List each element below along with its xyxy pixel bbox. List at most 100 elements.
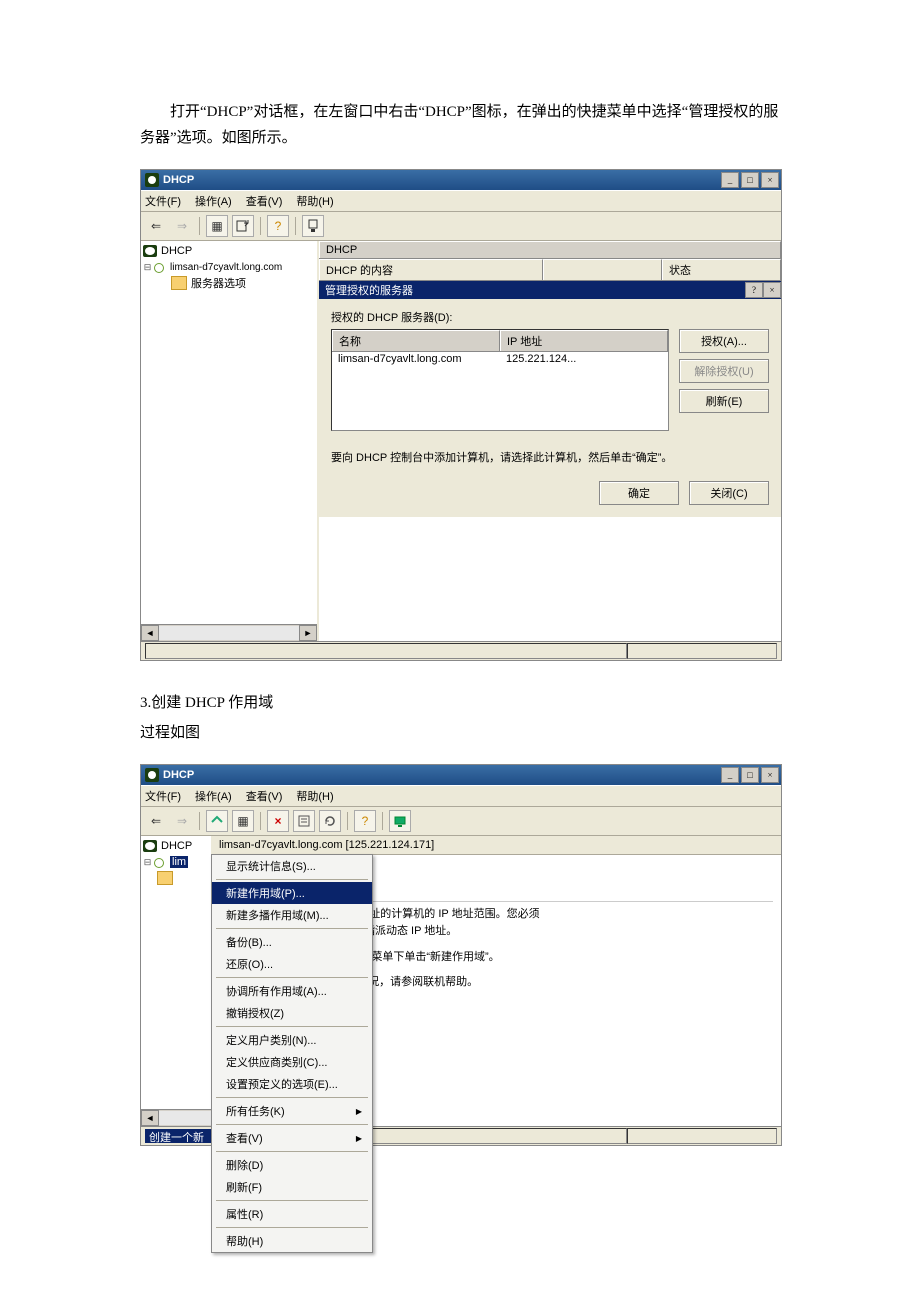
dialog-hint: 要向 DHCP 控制台中添加计算机，请选择此计算机，然后单击“确定”。	[331, 449, 769, 465]
ctx-view[interactable]: 查看(V)	[212, 1127, 372, 1149]
scroll-left-button[interactable]: ◄	[141, 1110, 159, 1126]
ctx-help[interactable]: 帮助(H)	[212, 1230, 372, 1252]
ctx-user-class[interactable]: 定义用户类别(N)...	[212, 1029, 372, 1051]
menu-file[interactable]: 文件(F)	[145, 788, 181, 804]
toolbar-export-icon[interactable]	[232, 215, 254, 237]
col-name[interactable]: 名称	[332, 330, 500, 351]
folder-icon	[157, 871, 173, 885]
window-titlebar-2[interactable]: DHCP _ □ ×	[141, 765, 781, 785]
toolbar-props-icon[interactable]	[293, 810, 315, 832]
ctx-predef-opts[interactable]: 设置预定义的选项(E)...	[212, 1073, 372, 1095]
context-menu[interactable]: 显示统计信息(S)... 新建作用域(P)... 新建多播作用域(M)... 备…	[211, 854, 373, 1253]
server-icon	[152, 856, 166, 868]
auth-list-label: 授权的 DHCP 服务器(D):	[331, 309, 769, 325]
menu-help[interactable]: 帮助(H)	[296, 788, 333, 804]
auth-server-list[interactable]: 名称 IP 地址 limsan-d7cyavlt.long.com 125.22…	[331, 329, 669, 431]
auth-list-row[interactable]: limsan-d7cyavlt.long.com 125.221.124...	[332, 352, 668, 366]
list-subheader: DHCP 的内容 状态	[319, 259, 781, 281]
tree-server-options[interactable]: 服务器选项	[143, 275, 315, 291]
ctx-restore[interactable]: 还原(O)...	[212, 953, 372, 975]
close-button[interactable]: ×	[761, 767, 779, 783]
col-content[interactable]: DHCP 的内容	[319, 259, 543, 280]
toolbar-help-icon[interactable]: ?	[267, 215, 289, 237]
dialog-help-button[interactable]: ?	[745, 282, 763, 298]
tree-expand-icon[interactable]: ⊟	[143, 262, 152, 273]
dhcp-icon	[143, 245, 157, 257]
scroll-right-button[interactable]: ►	[299, 625, 317, 641]
minimize-button[interactable]: _	[721, 172, 739, 188]
menu-view[interactable]: 查看(V)	[246, 788, 283, 804]
dhcp-icon	[143, 840, 157, 852]
toolbar-grid-icon[interactable]: ▦	[232, 810, 254, 832]
tree-server-node[interactable]: ⊟ limsan-d7cyavlt.long.com	[143, 259, 315, 275]
ctx-reconcile[interactable]: 协调所有作用域(A)...	[212, 980, 372, 1002]
section3-heading: 3.创建 DHCP 作用域	[140, 691, 780, 717]
close-button[interactable]: ×	[761, 172, 779, 188]
dialog-titlebar[interactable]: 管理授权的服务器 ? ×	[319, 281, 781, 299]
unauthorize-button[interactable]: 解除授权(U)	[679, 359, 769, 383]
tree-root-dhcp[interactable]: DHCP	[143, 243, 315, 259]
window-title: DHCP	[163, 174, 721, 186]
tree-pane[interactable]: DHCP ⊟ limsan-d7cyavlt.long.com 服务器选项 ◄	[141, 241, 319, 641]
ctx-backup[interactable]: 备份(B)...	[212, 931, 372, 953]
section3-sub: 过程如图	[140, 721, 780, 747]
status-cell-2	[627, 643, 777, 659]
menu-action[interactable]: 操作(A)	[195, 193, 232, 209]
menu-file[interactable]: 文件(F)	[145, 193, 181, 209]
ctx-revoke-auth[interactable]: 撤销授权(Z)	[212, 1002, 372, 1024]
minimize-button[interactable]: _	[721, 767, 739, 783]
toolbar-refresh-icon[interactable]	[319, 810, 341, 832]
ctx-new-scope[interactable]: 新建作用域(P)...	[212, 882, 372, 904]
col-dhcp[interactable]: DHCP	[319, 241, 781, 258]
nav-back-button[interactable]: ⇐	[145, 810, 167, 832]
tree-expand-icon[interactable]: ⊟	[143, 857, 152, 868]
ctx-refresh[interactable]: 刷新(F)	[212, 1176, 372, 1198]
nav-back-button[interactable]: ⇐	[145, 215, 167, 237]
menu-view[interactable]: 查看(V)	[246, 193, 283, 209]
col-status[interactable]: 状态	[662, 259, 781, 280]
tree-pane-2[interactable]: DHCP ⊟ lim ◄	[141, 836, 213, 1126]
scroll-track[interactable]	[159, 626, 299, 640]
authorize-button[interactable]: 授权(A)...	[679, 329, 769, 353]
ctx-all-tasks[interactable]: 所有任务(K)	[212, 1100, 372, 1122]
dhcp-app-icon	[145, 768, 159, 782]
nav-forward-button[interactable]: ⇒	[171, 215, 193, 237]
window-titlebar[interactable]: DHCP _ □ ×	[141, 170, 781, 190]
ctx-properties[interactable]: 属性(R)	[212, 1203, 372, 1225]
col-blank[interactable]	[543, 259, 662, 280]
scroll-track[interactable]	[159, 1111, 211, 1125]
ctx-new-multicast[interactable]: 新建多播作用域(M)...	[212, 904, 372, 926]
toolbar: ⇐ ⇒ ▦ ?	[141, 212, 781, 241]
tree-server-options[interactable]	[143, 870, 209, 886]
maximize-button[interactable]: □	[741, 172, 759, 188]
refresh-button[interactable]: 刷新(E)	[679, 389, 769, 413]
tree-root-dhcp[interactable]: DHCP	[143, 838, 209, 854]
toolbar-icon-1[interactable]: ▦	[206, 215, 228, 237]
dialog-title: 管理授权的服务器	[325, 282, 413, 298]
toolbar-2: ⇐ ⇒ ▦ × ?	[141, 807, 781, 836]
scroll-left-button[interactable]: ◄	[141, 625, 159, 641]
menu-help[interactable]: 帮助(H)	[296, 193, 333, 209]
tree-server-node[interactable]: ⊟ lim	[143, 854, 209, 870]
menu-action[interactable]: 操作(A)	[195, 788, 232, 804]
toolbar-help-icon[interactable]: ?	[354, 810, 376, 832]
rp-header: limsan-d7cyavlt.long.com [125.221.124.17…	[213, 836, 781, 855]
toolbar-delete-icon[interactable]: ×	[267, 810, 289, 832]
toolbar-monitor-icon[interactable]	[389, 810, 411, 832]
toolbar-server-icon[interactable]	[302, 215, 324, 237]
manage-auth-dialog: 管理授权的服务器 ? × 授权的 DHCP 服务器(D): 名称 IP 地址	[319, 280, 781, 517]
statusbar	[141, 641, 781, 660]
menubar: 文件(F) 操作(A) 查看(V) 帮助(H)	[141, 190, 781, 212]
dialog-close-button[interactable]: ×	[763, 282, 781, 298]
ctx-delete[interactable]: 删除(D)	[212, 1154, 372, 1176]
ctx-stats[interactable]: 显示统计信息(S)...	[212, 855, 372, 877]
close-button-dlg[interactable]: 关闭(C)	[689, 481, 769, 505]
toolbar-up-icon[interactable]	[206, 810, 228, 832]
status-cell-right	[627, 1128, 777, 1144]
nav-forward-button[interactable]: ⇒	[171, 810, 193, 832]
maximize-button[interactable]: □	[741, 767, 759, 783]
col-ip[interactable]: IP 地址	[500, 330, 668, 351]
ctx-vendor-class[interactable]: 定义供应商类别(C)...	[212, 1051, 372, 1073]
ok-button[interactable]: 确定	[599, 481, 679, 505]
list-header: DHCP	[319, 241, 781, 259]
